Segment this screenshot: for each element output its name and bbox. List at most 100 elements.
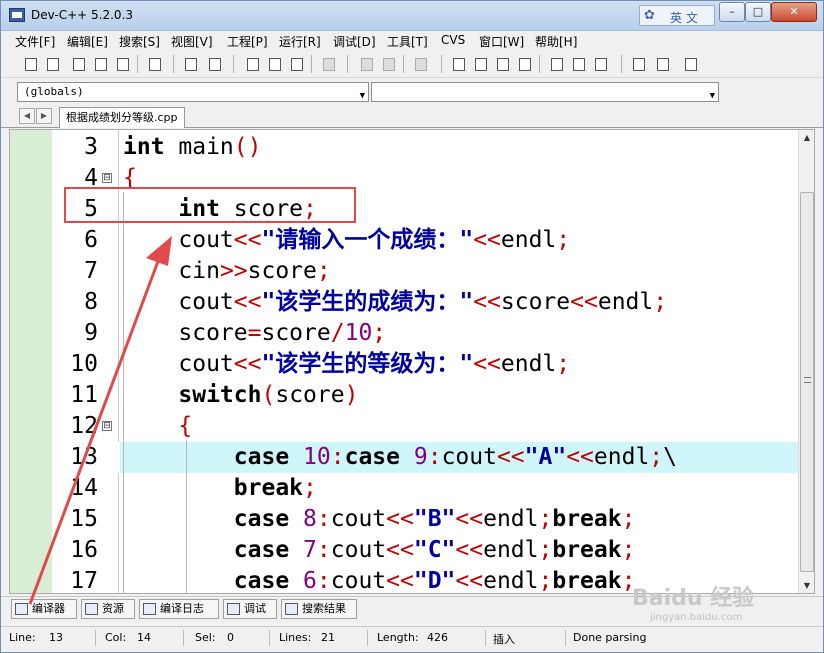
save-all-icon[interactable] — [91, 54, 110, 73]
menu-bar: 文件[F] 编辑[E] 搜索[S] 视图[V] 工程[P] 运行[R] 调试[D] 工具[T]… — [1, 31, 823, 51]
fold-toggle-icon[interactable]: ⊟ — [102, 173, 112, 183]
menu-item[interactable]: 工程[P] — [227, 33, 268, 50]
code-token: 6 — [303, 568, 317, 594]
indent-guide — [186, 440, 187, 593]
redo-icon[interactable] — [205, 54, 224, 73]
code-line[interactable]: 12 ⊟ { — [10, 411, 798, 442]
menu-item[interactable]: 文件[F] — [15, 33, 55, 50]
code-token: << — [233, 351, 262, 377]
code-token: endl — [483, 537, 539, 563]
menu-item[interactable]: 调试[D] — [333, 33, 376, 50]
close-button[interactable]: ✕ — [771, 2, 817, 22]
code-token: << — [386, 537, 414, 563]
scroll-down-arrow-icon[interactable]: ▼ — [799, 578, 814, 593]
fold-toggle-icon[interactable]: ⊟ — [102, 421, 112, 431]
baidu-watermark-url: jingyan.baidu.com — [650, 612, 743, 623]
code-text: cout<<"请输入一个成绩："<<endl; — [123, 225, 570, 256]
line-number: 16 — [70, 537, 98, 563]
code-line[interactable]: 16 case 7:cout<<"C"<<endl;break; — [10, 535, 798, 566]
vertical-scrollbar[interactable]: ▲ ▼ — [798, 130, 814, 593]
code-token: break — [233, 475, 304, 501]
rebuild-icon[interactable] — [515, 54, 534, 73]
insert-icon[interactable] — [653, 54, 672, 73]
menu-item[interactable]: 视图[V] — [171, 33, 213, 50]
toolbar-separator — [403, 55, 404, 73]
menu-item[interactable]: 工具[T] — [387, 33, 428, 50]
compile-icon[interactable] — [449, 54, 468, 73]
line-number: 10 — [70, 351, 98, 377]
status-length-value: 426 — [427, 631, 448, 644]
save-icon[interactable] — [69, 54, 88, 73]
minimize-button[interactable]: – — [719, 2, 745, 22]
code-line[interactable]: 8 cout<<"该学生的成绩为："<<score<<endl; — [10, 287, 798, 318]
member-combo[interactable]: ▼ — [371, 82, 719, 102]
find-icon[interactable] — [243, 54, 262, 73]
close-file-icon[interactable] — [113, 54, 132, 73]
menu-item[interactable]: 搜索[S] — [119, 33, 160, 50]
tab-active-file[interactable]: 根据成绩划分等级.cpp — [59, 107, 185, 128]
toggle-bookmark-icon[interactable] — [681, 54, 700, 73]
remove-from-project-icon[interactable] — [379, 54, 398, 73]
status-divider — [269, 630, 270, 646]
code-text: case 7:cout<<"C"<<endl;break; — [123, 535, 636, 566]
menu-item[interactable]: CVS — [441, 33, 465, 47]
print-icon[interactable] — [145, 54, 164, 73]
code-token: cout — [123, 289, 234, 315]
code-token: cout — [441, 444, 497, 470]
new-class-icon[interactable] — [629, 54, 648, 73]
code-line[interactable]: 15 case 8:cout<<"B"<<endl;break; — [10, 504, 798, 535]
code-line[interactable]: 11 switch(score) — [10, 380, 798, 411]
undo-icon[interactable] — [181, 54, 200, 73]
code-token: ; — [538, 568, 553, 594]
title-bar[interactable]: Dev-C++ 5.2.0.3 ✿ 英 文 – □ ✕ — [1, 1, 823, 31]
bottom-tab-label: 搜索结果 — [302, 602, 346, 615]
menu-item[interactable]: 窗口[W] — [479, 33, 524, 50]
code-token: break — [552, 568, 622, 594]
syntax-check-icon[interactable] — [547, 54, 566, 73]
bottom-tab[interactable]: 资源 — [81, 599, 135, 619]
menu-item[interactable]: 编辑[E] — [67, 33, 108, 50]
profile-icon[interactable] — [569, 54, 588, 73]
scope-combo[interactable]: (globals) ▼ — [17, 82, 369, 102]
menu-item[interactable]: 帮助[H] — [535, 33, 577, 50]
code-token: ; — [538, 537, 553, 563]
code-token: "A" — [524, 444, 567, 470]
goto-line-icon[interactable] — [319, 54, 338, 73]
scrollbar-thumb[interactable] — [800, 192, 814, 572]
code-line[interactable]: 13 case 10:case 9:cout<<"A"<<endl;\ — [10, 442, 798, 473]
code-line[interactable]: 3 int main() — [10, 132, 798, 163]
code-line[interactable]: 10 cout<<"该学生的等级为："<<endl; — [10, 349, 798, 380]
compile-run-icon[interactable] — [493, 54, 512, 73]
bottom-tab[interactable]: 编译日志 — [139, 599, 219, 619]
code-token: ; — [556, 227, 571, 253]
open-file-icon[interactable] — [43, 54, 62, 73]
code-token: cout — [330, 568, 387, 594]
toolbar-separator — [137, 55, 138, 73]
code-text: int main() — [123, 132, 262, 163]
bottom-tab-label: 调试 — [244, 602, 266, 615]
code-token: << — [386, 506, 414, 532]
code-token: "该学生的等级为：" — [261, 351, 474, 377]
replace-icon[interactable] — [265, 54, 284, 73]
tab-scroll-right-button[interactable]: ▶ — [36, 108, 52, 124]
new-file-icon[interactable] — [21, 54, 40, 73]
code-token: ; — [649, 444, 664, 470]
ime-indicator[interactable]: ✿ 英 文 — [639, 5, 715, 26]
scroll-up-arrow-icon[interactable]: ▲ — [799, 130, 814, 146]
bottom-tab[interactable]: 调试 — [223, 599, 277, 619]
menu-item[interactable]: 运行[R] — [279, 33, 321, 50]
code-line[interactable]: 9 score=score/10; — [10, 318, 798, 349]
tab-scroll-left-button[interactable]: ◀ — [19, 108, 35, 124]
code-line[interactable]: 6 cout<<"请输入一个成绩："<<endl; — [10, 225, 798, 256]
bottom-tab[interactable]: 编译器 — [11, 599, 77, 619]
bottom-tab[interactable]: 搜索结果 — [281, 599, 357, 619]
code-line[interactable]: 7 cin>>score; — [10, 256, 798, 287]
find-next-icon[interactable] — [287, 54, 306, 73]
run-icon[interactable] — [471, 54, 490, 73]
delete-profile-icon[interactable] — [591, 54, 610, 73]
add-to-project-icon[interactable] — [357, 54, 376, 73]
project-options-icon[interactable] — [411, 54, 430, 73]
maximize-button[interactable]: □ — [745, 2, 771, 22]
code-line[interactable]: 14 break; — [10, 473, 798, 504]
